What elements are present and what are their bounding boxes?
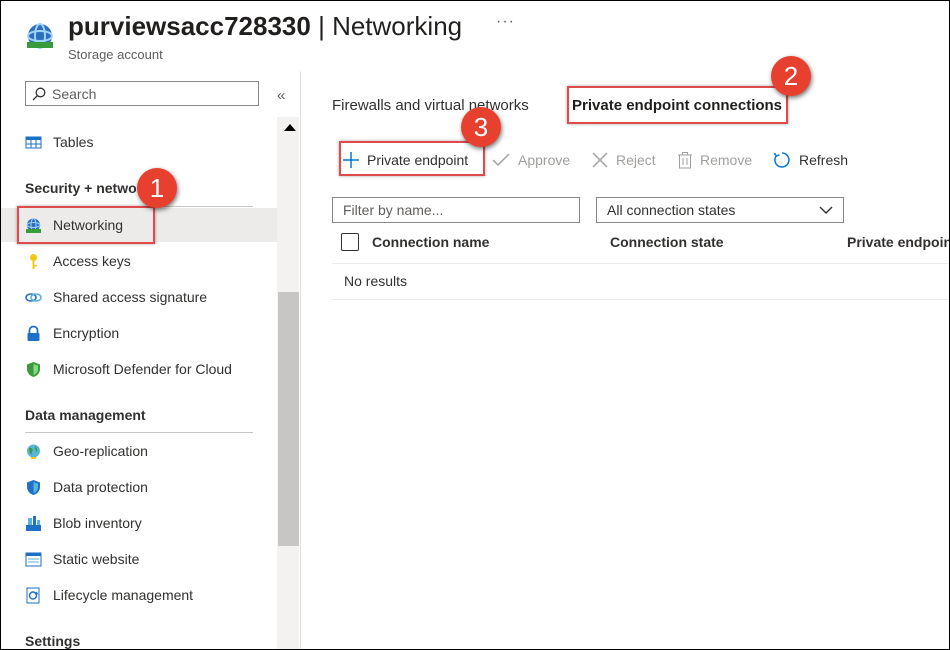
section-security-networking: Security + netwo [25,180,137,196]
resource-type: Storage account [68,47,163,62]
table-icon [25,136,42,148]
checkmark-icon [492,153,510,167]
highlight-networking [17,206,155,244]
callout-badge-1: 1 [137,168,177,208]
approve-button[interactable]: Approve [492,148,570,172]
key-icon [30,253,37,269]
empty-table-message: No results [344,273,408,289]
sidebar-item-tables[interactable]: Tables [1,125,277,159]
sidebar-item-geo-replication[interactable]: Geo-replication [1,434,277,468]
website-icon [25,552,42,566]
sidebar-item-blob-inventory[interactable]: Blob inventory [1,506,277,540]
refresh-icon [773,152,790,168]
highlight-private-endpoint-tab [567,86,788,124]
highlight-add-private-endpoint [339,141,485,176]
select-all-checkbox[interactable] [341,233,359,251]
more-options-button[interactable]: ··· [496,13,515,31]
sidebar-item-shared-access-signature[interactable]: Shared access signature [1,280,277,314]
sidebar-item-defender-for-cloud[interactable]: Microsoft Defender for Cloud [1,352,277,386]
column-header-private-endpoint[interactable]: Private endpoin [847,234,949,250]
chevron-down-icon [819,206,833,214]
shield-icon [27,479,40,495]
table-row-divider [332,299,949,300]
section-settings: Settings [25,633,81,649]
column-header-connection-state[interactable]: Connection state [610,234,724,250]
networking-icon [27,23,53,49]
column-header-connection-name[interactable]: Connection name [372,234,489,250]
inventory-icon [26,515,41,531]
close-icon [592,152,608,168]
section-data-management: Data management [25,407,146,423]
pane-divider [300,71,301,649]
link-icon [25,292,42,302]
section-divider [25,432,253,433]
trash-icon [678,151,692,168]
callout-badge-3: 3 [461,107,501,147]
sidebar-item-static-website[interactable]: Static website [1,542,277,576]
reject-button[interactable]: Reject [592,148,656,172]
sidebar-item-data-protection[interactable]: Data protection [1,470,277,504]
search-input[interactable]: Search [25,81,259,106]
portal-window: purviewsacc728330 | Networking Storage a… [0,0,950,650]
connection-state-dropdown[interactable]: All connection states [596,197,844,223]
lifecycle-icon [26,587,40,603]
remove-button[interactable]: Remove [678,148,752,172]
collapse-sidebar-button[interactable]: « [277,87,285,104]
sidebar-scroll-thumb[interactable] [278,292,299,546]
tab-firewalls-virtual-networks[interactable]: Firewalls and virtual networks [332,97,529,114]
refresh-button[interactable]: Refresh [773,148,848,172]
filter-by-name-input[interactable]: Filter by name... [332,197,580,223]
shield-icon [27,361,40,377]
page-title: purviewsacc728330 | Networking [68,11,463,41]
table-header-divider [332,263,949,264]
sidebar-item-encryption[interactable]: Encryption [1,316,277,350]
lock-icon [27,325,40,341]
scroll-up-arrow-icon[interactable] [284,124,296,131]
globe-icon [27,444,40,459]
search-icon [32,87,46,100]
sidebar-item-access-keys[interactable]: Access keys [1,244,277,278]
callout-badge-2: 2 [771,56,811,96]
sidebar-item-lifecycle-management[interactable]: Lifecycle management [1,578,277,612]
